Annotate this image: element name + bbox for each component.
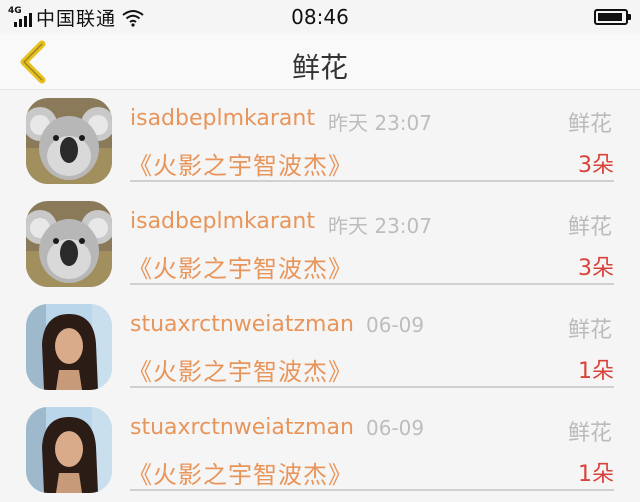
date: 06-09: [366, 416, 425, 440]
list-item[interactable]: isadbeplmkarant 昨天 23:07 鲜花 《火影之宇智波杰》 3朵: [0, 193, 640, 296]
gift-type-label: 鲜花: [567, 318, 612, 343]
date: 昨天 23:07: [328, 214, 432, 238]
book-title[interactable]: 《火影之宇智波杰》: [128, 249, 353, 284]
username[interactable]: isadbeplmkarant: [130, 106, 315, 131]
gift-type-label: 鲜花: [567, 421, 612, 446]
nav-bar: 鲜花: [0, 34, 640, 90]
gift-type-label: 鲜花: [567, 112, 612, 137]
divider: [130, 489, 614, 491]
date: 06-09: [366, 313, 425, 337]
date: 昨天 23:07: [328, 111, 432, 135]
woman-avatar[interactable]: [26, 407, 112, 493]
woman-avatar[interactable]: [26, 304, 112, 390]
page-title: 鲜花: [291, 51, 348, 84]
status-bar: 4G 中国联通 08:46: [0, 0, 640, 34]
divider: [130, 283, 614, 285]
koala-avatar[interactable]: [26, 98, 112, 184]
gift-count: 3朵: [578, 153, 614, 178]
username[interactable]: isadbeplmkarant: [130, 209, 315, 234]
list-item[interactable]: stuaxrctnweiatzman 06-09 鲜花 《火影之宇智波杰》 1朵: [0, 399, 640, 502]
list-item[interactable]: isadbeplmkarant 昨天 23:07 鲜花 《火影之宇智波杰》 3朵: [0, 90, 640, 193]
book-title[interactable]: 《火影之宇智波杰》: [128, 455, 353, 490]
gift-count: 1朵: [578, 462, 614, 487]
status-time: 08:46: [291, 5, 349, 29]
gift-type-label: 鲜花: [567, 215, 612, 240]
gift-count: 1朵: [578, 359, 614, 384]
battery-icon: [594, 9, 631, 25]
divider: [130, 386, 614, 388]
username[interactable]: stuaxrctnweiatzman: [130, 415, 354, 440]
book-title[interactable]: 《火影之宇智波杰》: [128, 352, 353, 387]
username[interactable]: stuaxrctnweiatzman: [130, 312, 354, 337]
divider: [130, 180, 614, 182]
list-item[interactable]: stuaxrctnweiatzman 06-09 鲜花 《火影之宇智波杰》 1朵: [0, 296, 640, 399]
gift-list: isadbeplmkarant 昨天 23:07 鲜花 《火影之宇智波杰》 3朵…: [0, 90, 640, 502]
gift-count: 3朵: [578, 256, 614, 281]
book-title[interactable]: 《火影之宇智波杰》: [128, 146, 353, 181]
koala-avatar[interactable]: [26, 201, 112, 287]
